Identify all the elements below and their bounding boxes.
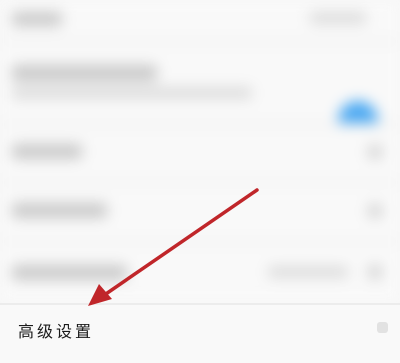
chevron-right-icon xyxy=(368,145,382,159)
settings-row[interactable] xyxy=(0,243,400,303)
chevron-right-icon xyxy=(368,265,382,279)
settings-row[interactable] xyxy=(0,0,400,40)
chevron-right-icon xyxy=(377,322,388,333)
settings-row[interactable] xyxy=(0,126,400,181)
settings-row-toggle[interactable] xyxy=(0,43,400,141)
chevron-right-icon xyxy=(368,204,382,218)
settings-row[interactable] xyxy=(0,184,400,240)
blurred-settings-list xyxy=(0,0,400,305)
settings-screen: 高级设置 xyxy=(0,0,400,363)
advanced-settings-label: 高级设置 xyxy=(18,322,95,341)
